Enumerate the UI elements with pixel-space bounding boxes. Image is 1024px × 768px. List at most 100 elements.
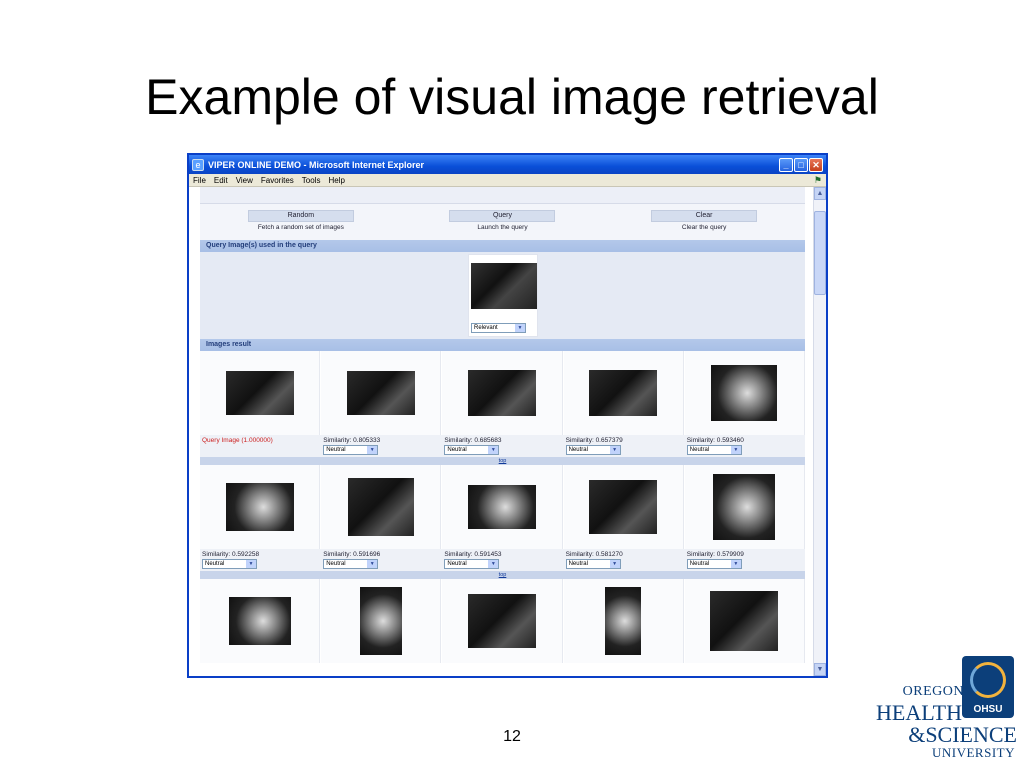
result-image[interactable] [711,365,778,421]
relevance-select[interactable]: Neutral ▼ [202,559,257,569]
relevance-select[interactable]: Neutral ▼ [686,445,742,455]
caption-text: Similarity: 0.592258 [202,551,260,558]
action-query: Query Launch the query [447,210,557,240]
result-image[interactable] [346,371,415,415]
emblem-text: OHSU [973,704,1003,715]
result-image[interactable] [347,478,414,536]
slide-title: Example of visual image retrieval [145,69,879,125]
relevance-select[interactable]: Neutral ▼ [565,445,621,455]
relevance-select[interactable]: Neutral ▼ [565,559,621,569]
menu-favorites[interactable]: Favorites [261,176,294,185]
result-image[interactable] [225,371,294,415]
result-cell [684,351,805,435]
relevance-value: Neutral [447,447,467,453]
relevance-value: Neutral [205,561,225,567]
query-button[interactable]: Query [449,210,556,222]
logo-oregon: OREGON [902,684,964,699]
result-image[interactable] [359,587,402,655]
scroll-up-icon[interactable]: ▲ [814,187,826,200]
caption-text: Query Image (1.000000) [202,437,273,444]
results-section-header: Images result [200,339,805,351]
relevance-select[interactable]: Neutral ▼ [323,559,379,569]
ie-logo-icon: e [192,158,204,171]
relevance-value: Neutral [689,447,710,453]
action-clear: Clear Clear the query [649,210,759,240]
relevance-select[interactable]: Neutral ▼ [444,559,500,569]
scroll-down-icon[interactable]: ▼ [814,663,826,676]
action-bar: Random Fetch a random set of images Quer… [200,204,805,240]
result-cell [200,465,321,549]
chevron-down-icon: ▼ [367,560,378,568]
query-image[interactable] [471,263,537,309]
logo-university: UNIVERSITY [932,745,1015,760]
random-button[interactable]: Random [247,210,354,222]
relevance-select[interactable]: Neutral ▼ [686,559,742,569]
caption-text: Similarity: 0.685683 [444,437,502,444]
relevance-select[interactable]: Neutral ▼ [444,445,500,455]
relevance-select[interactable]: Neutral ▼ [323,445,379,455]
result-image[interactable] [589,370,658,416]
results-captions-1: Query Image (1.000000) Similarity: 0.805… [200,435,805,457]
top-link[interactable]: top [200,571,805,579]
result-cell [563,351,684,435]
result-image[interactable] [713,474,776,540]
result-image[interactable] [467,485,536,529]
result-image[interactable] [225,483,294,531]
query-relevance-value: Relevant [474,325,498,331]
menu-help[interactable]: Help [328,176,344,185]
results-captions-2: Similarity: 0.592258 Neutral ▼ Similarity… [200,549,805,571]
menu-file[interactable]: File [193,176,206,185]
menu-bar: File Edit View Favorites Tools Help ⚑ [189,174,826,187]
window-title: VIPER ONLINE DEMO - Microsoft Internet E… [208,159,425,170]
result-cell [321,579,442,663]
caption-text: Similarity: 0.657379 [565,437,623,444]
chevron-down-icon: ▼ [730,560,741,568]
top-link[interactable]: top [200,457,805,465]
query-section-header: Query Image(s) used in the query [200,240,805,252]
random-desc: Fetch a random set of images [257,224,344,231]
close-icon[interactable]: ✕ [809,157,823,172]
result-image[interactable] [710,591,779,651]
result-cell [321,465,442,549]
maximize-icon[interactable]: □ [794,157,808,172]
menu-edit[interactable]: Edit [214,176,228,185]
result-image[interactable] [228,597,291,645]
ohsu-logo: OHSU OREGON HEALTH &SCIENCE UNIVERSITY [864,656,1020,764]
results-row-1 [200,351,805,435]
result-cell [200,579,321,663]
chevron-down-icon: ▼ [367,446,378,454]
caption-text: Similarity: 0.579909 [686,551,744,558]
chevron-down-icon: ▼ [488,560,499,568]
caption-text: Similarity: 0.581270 [565,551,623,558]
result-cell [442,351,563,435]
caption-text: Similarity: 0.591453 [444,551,502,558]
minimize-icon[interactable]: _ [779,157,793,172]
window-titlebar[interactable]: e VIPER ONLINE DEMO - Microsoft Internet… [189,155,826,174]
page-viewport: Random Fetch a random set of images Quer… [189,187,826,676]
results-row-2 [200,465,805,549]
clear-button[interactable]: Clear [651,210,758,222]
results-row-3 [200,579,805,663]
scrollbar-thumb[interactable] [814,211,826,295]
caption-text: Similarity: 0.591696 [323,551,381,558]
result-caption: Similarity: 0.591453 Neutral ▼ [442,549,562,571]
helix-icon [970,662,1006,698]
relevance-value: Neutral [326,447,346,453]
menu-tools[interactable]: Tools [302,176,321,185]
result-caption: Similarity: 0.592258 Neutral ▼ [200,549,320,571]
result-cell [563,465,684,549]
vertical-scrollbar[interactable]: ▲ ▼ [813,187,826,676]
chevron-down-icon: ▼ [609,446,620,454]
menu-view[interactable]: View [236,176,253,185]
query-desc: Launch the query [477,224,528,231]
query-relevance-select[interactable]: Relevant ▼ [471,323,526,333]
caption-text: Similarity: 0.593460 [686,437,744,444]
relevance-value: Neutral [568,447,588,453]
result-cell [684,579,805,663]
result-image[interactable] [467,370,536,416]
result-image[interactable] [589,480,658,534]
relevance-value: Neutral [326,561,346,567]
result-cell [442,579,563,663]
result-image[interactable] [467,594,536,648]
result-image[interactable] [605,587,642,655]
